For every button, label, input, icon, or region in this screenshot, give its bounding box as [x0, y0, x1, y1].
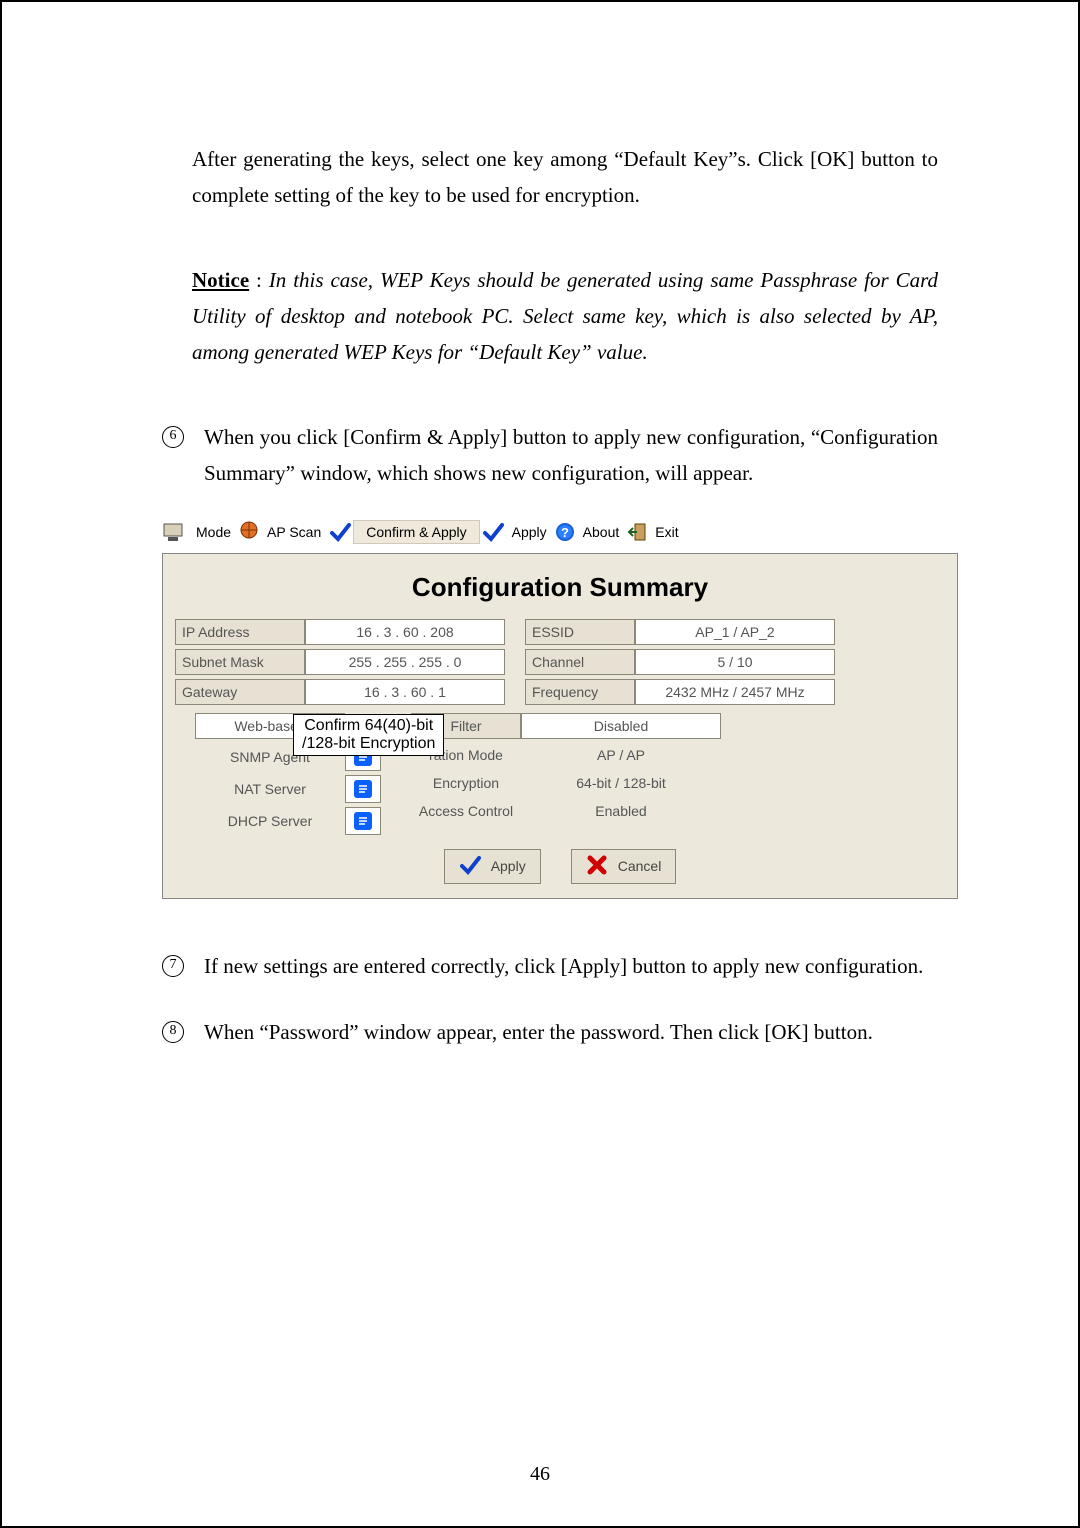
- encryption-value: 64-bit / 128-bit: [521, 771, 721, 795]
- notice-label: Notice: [192, 268, 249, 292]
- ap-scan-label[interactable]: AP Scan: [259, 524, 329, 540]
- check-icon: [329, 521, 351, 543]
- window-title: Configuration Summary: [175, 572, 945, 603]
- ip-value: 16 . 3 . 60 . 208: [305, 619, 505, 645]
- apply-button-label: Apply: [491, 858, 526, 874]
- check-icon-apply: [459, 854, 481, 879]
- ip-label: IP Address: [175, 619, 305, 645]
- step6-text: When you click [Confirm & Apply] button …: [204, 420, 938, 491]
- freq-value: 2432 MHz / 2457 MHz: [635, 679, 835, 705]
- essid-label: ESSID: [525, 619, 635, 645]
- apply-label[interactable]: Apply: [504, 524, 555, 540]
- confirm-apply-button[interactable]: Confirm & Apply: [353, 520, 479, 544]
- about-icon[interactable]: ?: [555, 522, 575, 542]
- mask-value: 255 . 255 . 255 . 0: [305, 649, 505, 675]
- check-icon-2: [482, 521, 504, 543]
- gateway-label: Gateway: [175, 679, 305, 705]
- dhcp-status-icon: [345, 807, 381, 835]
- mode-label[interactable]: Mode: [188, 524, 239, 540]
- globe-icon[interactable]: [239, 520, 259, 543]
- access-control-value: Enabled: [521, 799, 721, 823]
- svg-text:?: ?: [561, 525, 569, 540]
- channel-label: Channel: [525, 649, 635, 675]
- encryption-callout: Confirm 64(40)-bit /128-bit Encryption: [293, 714, 444, 756]
- nat-server-label: NAT Server: [195, 775, 345, 803]
- step7-text: If new settings are entered correctly, c…: [204, 949, 938, 985]
- essid-value: AP_1 / AP_2: [635, 619, 835, 645]
- para1-quote: “Default Key”: [614, 147, 737, 171]
- channel-value: 5 / 10: [635, 649, 835, 675]
- cancel-button[interactable]: Cancel: [571, 849, 677, 884]
- step6-number: 6: [162, 426, 184, 448]
- cancel-button-label: Cancel: [618, 858, 662, 874]
- gateway-value: 16 . 3 . 60 . 1: [305, 679, 505, 705]
- mask-label: Subnet Mask: [175, 649, 305, 675]
- notice-colon: :: [249, 268, 269, 292]
- notice-text: In this case, WEP Keys should be generat…: [192, 268, 938, 363]
- config-summary-window: Configuration Summary IP Address 16 . 3 …: [162, 553, 958, 899]
- apply-button[interactable]: Apply: [444, 849, 541, 884]
- opmode-value: AP / AP: [521, 743, 721, 767]
- encryption-label: Encryption: [411, 771, 521, 795]
- config-summary-screenshot: Mode AP Scan Confirm & Apply Apply ? Abo…: [162, 517, 958, 899]
- step8-text: When “Password” window appear, enter the…: [204, 1015, 938, 1051]
- app-icon: [162, 521, 184, 543]
- step8-number: 8: [162, 1021, 184, 1043]
- freq-label: Frequency: [525, 679, 635, 705]
- step7-number: 7: [162, 955, 184, 977]
- exit-icon[interactable]: [627, 522, 647, 542]
- dhcp-server-label: DHCP Server: [195, 807, 345, 835]
- access-control-label: Access Control: [411, 799, 521, 823]
- about-label[interactable]: About: [575, 524, 628, 540]
- exit-label[interactable]: Exit: [647, 524, 686, 540]
- page-number: 46: [2, 1463, 1078, 1486]
- nat-status-icon: [345, 775, 381, 803]
- toolbar: Mode AP Scan Confirm & Apply Apply ? Abo…: [162, 517, 958, 547]
- para1-part-a: After generating the keys, select one ke…: [192, 147, 614, 171]
- x-icon: [586, 854, 608, 879]
- filter-value: Disabled: [521, 713, 721, 739]
